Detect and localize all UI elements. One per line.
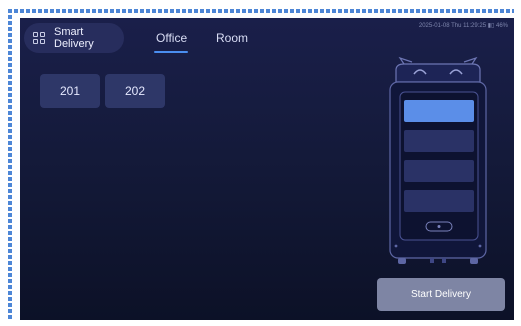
app-screen: Smart Delivery Office Room 2025-01-08 Th… bbox=[20, 18, 514, 320]
grid-icon bbox=[33, 32, 45, 44]
start-delivery-button[interactable]: Start Delivery bbox=[377, 278, 505, 311]
app-switcher-button[interactable]: Smart Delivery bbox=[24, 23, 124, 53]
tray-2 bbox=[404, 130, 474, 152]
app-name-line1: Smart bbox=[54, 26, 84, 38]
tray-1-selected bbox=[404, 100, 474, 122]
room-202-button[interactable]: 202 bbox=[105, 74, 165, 108]
tray-4 bbox=[404, 190, 474, 212]
dashed-border-left bbox=[8, 9, 12, 319]
active-tab-indicator bbox=[154, 51, 188, 53]
screenshot-frame: Smart Delivery Office Room 2025-01-08 Th… bbox=[0, 0, 521, 326]
app-name: Smart Delivery bbox=[54, 26, 114, 50]
room-201-button[interactable]: 201 bbox=[40, 74, 100, 108]
tab-office[interactable]: Office bbox=[156, 31, 187, 45]
delivery-robot-illustration bbox=[389, 56, 487, 264]
app-name-line2: Delivery bbox=[54, 38, 94, 50]
tray-3 bbox=[404, 160, 474, 182]
dashed-border-top bbox=[8, 9, 514, 13]
tab-room[interactable]: Room bbox=[216, 31, 248, 45]
status-bar: 2025-01-08 Thu 11:29:25 ▮▯ 46% bbox=[418, 23, 508, 29]
